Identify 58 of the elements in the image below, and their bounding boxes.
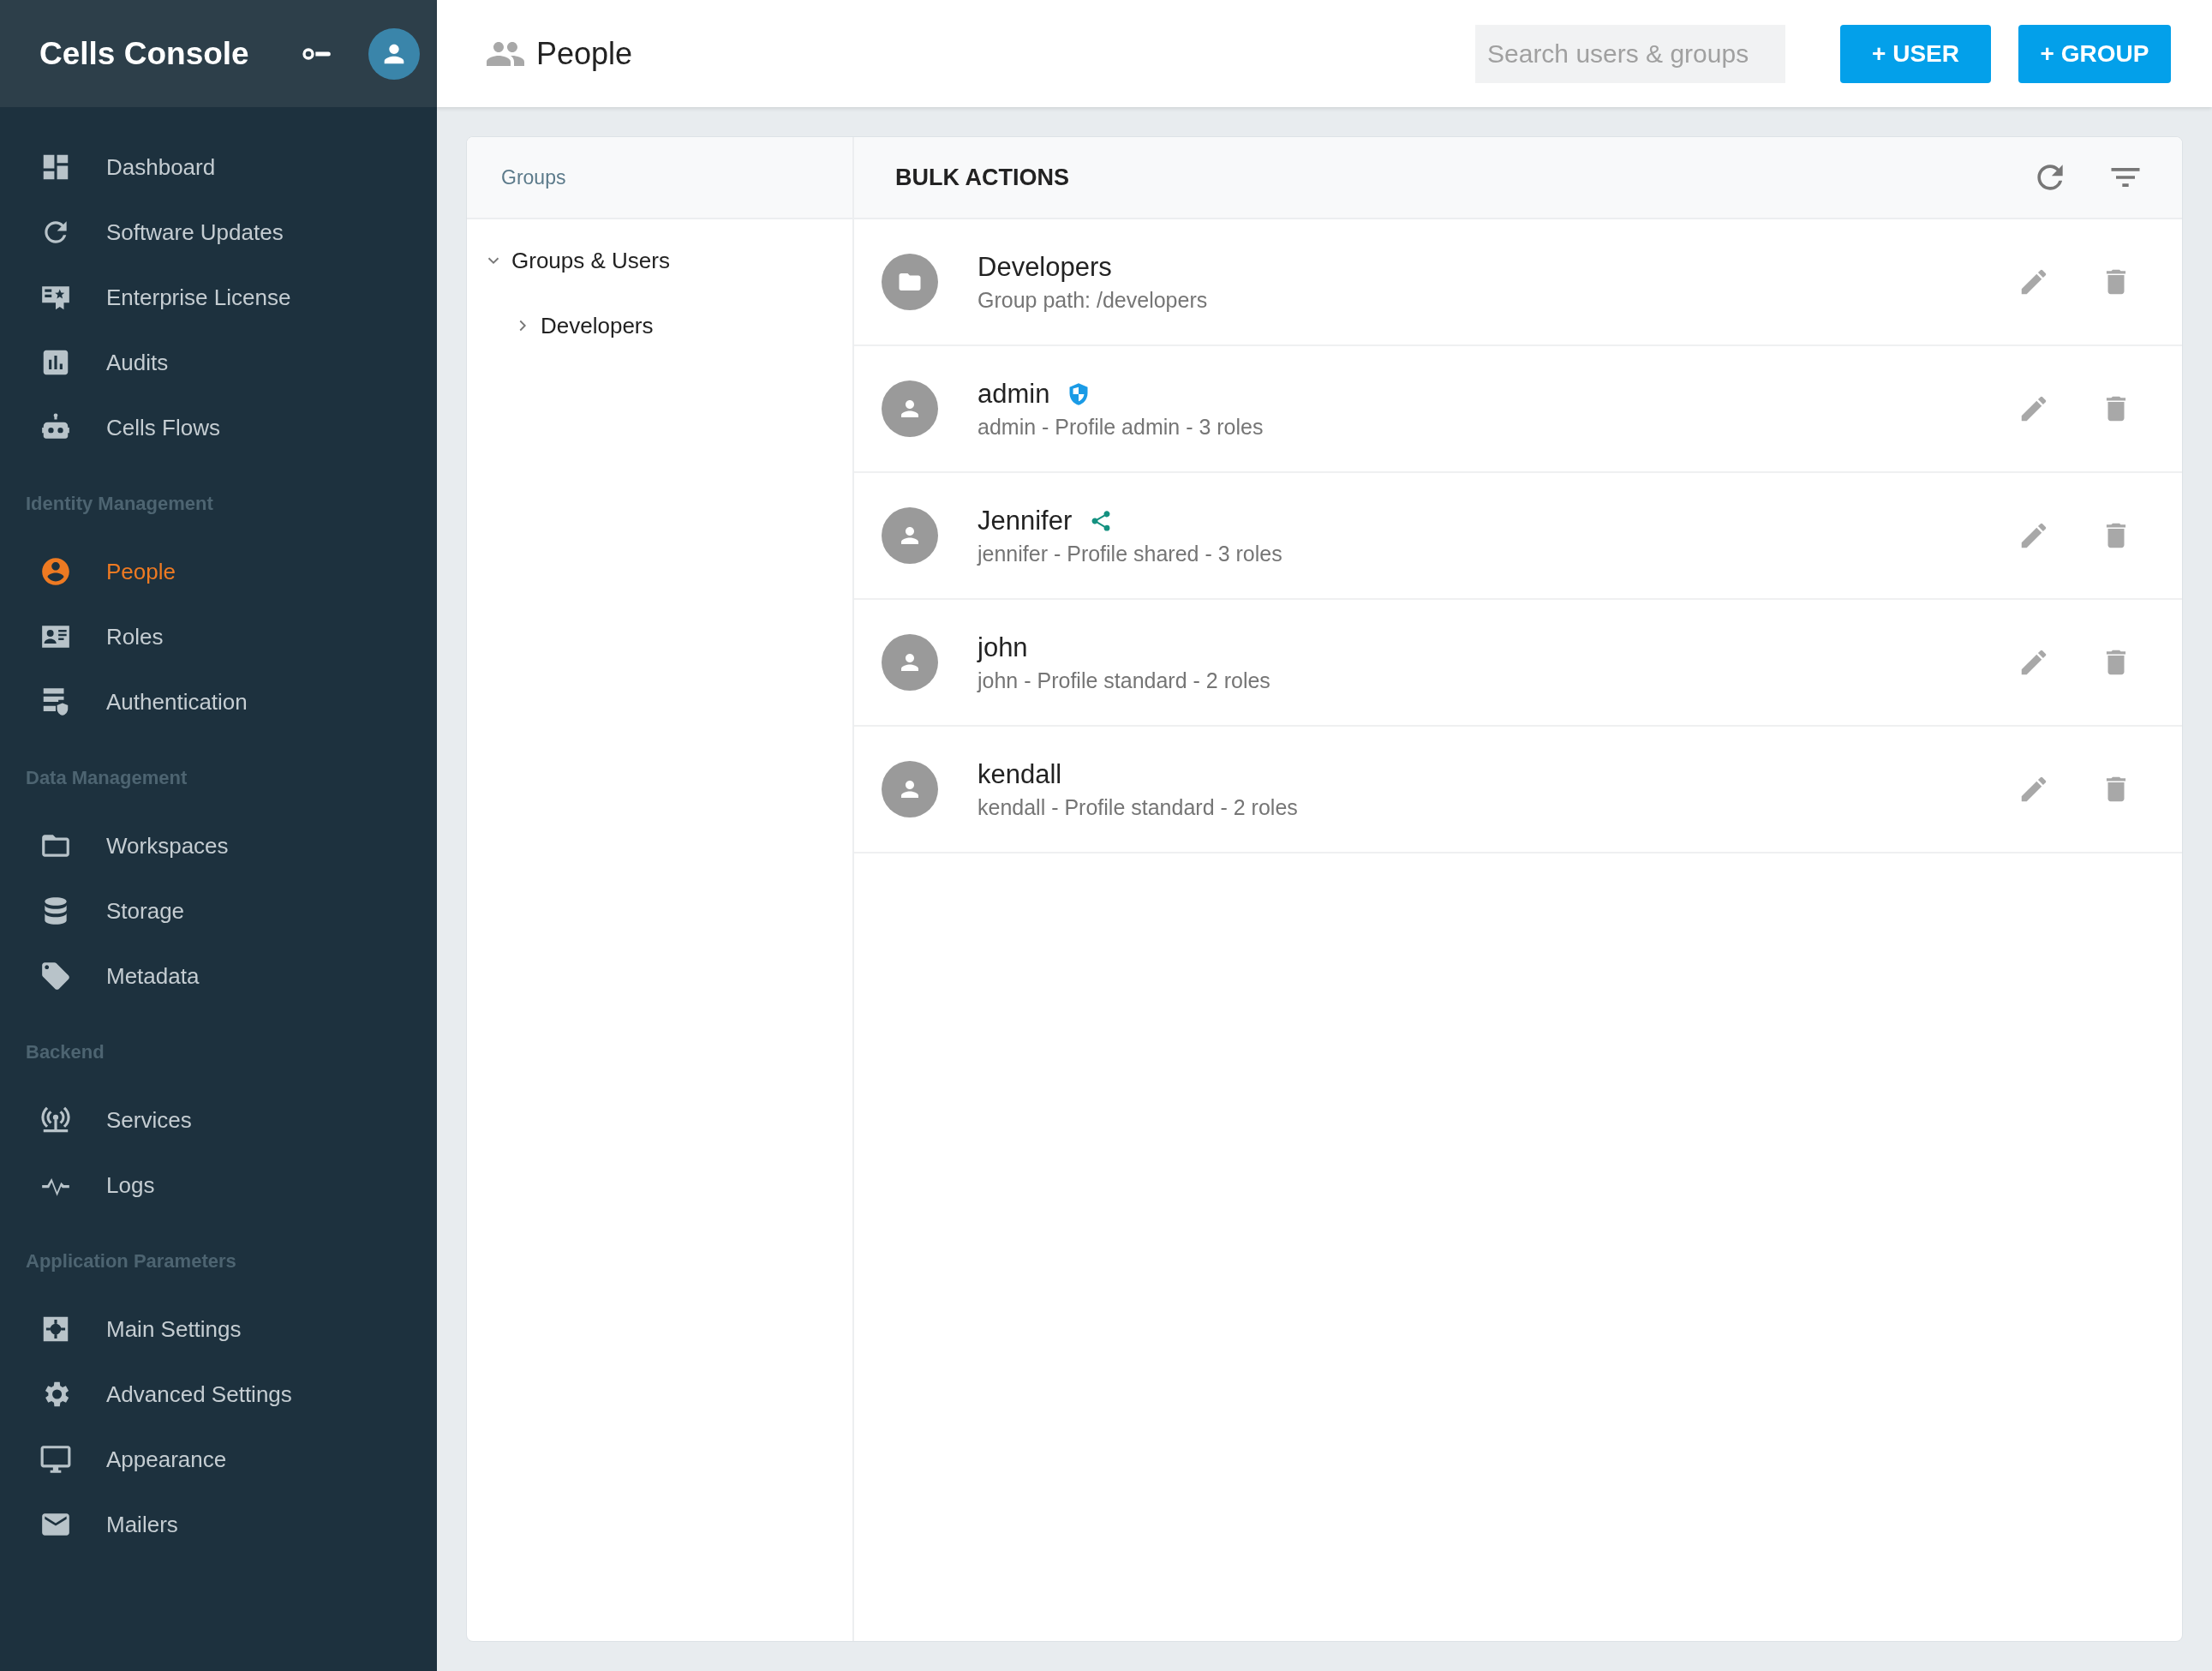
entry-detail: admin - Profile admin - 3 roles <box>977 414 1264 440</box>
nav-item[interactable]: Services <box>0 1087 437 1153</box>
nav-item[interactable]: People <box>0 539 437 604</box>
nav-label: Authentication <box>106 688 248 716</box>
nav-item[interactable]: Software Updates <box>0 200 437 265</box>
nav-label: Software Updates <box>106 219 284 246</box>
nav-label: Storage <box>106 897 185 925</box>
entry-detail: john - Profile standard - 2 roles <box>977 668 1271 693</box>
nav-label: Logs <box>106 1171 155 1199</box>
nav-label: Audits <box>106 349 169 376</box>
entry-detail: Group path: /developers <box>977 287 1209 313</box>
nav-label: Roles <box>106 623 164 650</box>
nav-item[interactable]: Roles <box>0 604 437 669</box>
nav-label: Workspaces <box>106 832 229 859</box>
nav-item[interactable]: Metadata <box>0 943 437 1009</box>
nav-item[interactable]: Dashboard <box>0 135 437 200</box>
nav-label: Enterprise License <box>106 284 291 311</box>
list-row[interactable]: kendall kendall - Profile standard - 2 roles <box>854 727 2182 853</box>
entry-name: admin <box>977 378 1050 410</box>
entry-name: Developers <box>977 251 1112 283</box>
tree-item[interactable]: Developers <box>467 293 852 358</box>
nav-label: People <box>106 558 176 585</box>
nav-label: Services <box>106 1106 192 1134</box>
nav-label: Mailers <box>106 1511 178 1538</box>
nav-item[interactable]: Cells Flows <box>0 395 437 460</box>
nav-item[interactable]: Enterprise License <box>0 265 437 330</box>
nav-label: Advanced Settings <box>106 1381 292 1408</box>
nav-item[interactable]: Main Settings <box>0 1297 437 1362</box>
tags-icon <box>39 960 72 992</box>
entry-name: john <box>977 632 1028 663</box>
nav-label: Dashboard <box>106 153 216 181</box>
nav-item[interactable]: Logs <box>0 1153 437 1218</box>
groups-title: Groups <box>500 165 566 189</box>
list-row[interactable]: admin admin - Profile admin - 3 roles <box>854 346 2182 473</box>
nav-item[interactable]: Storage <box>0 878 437 943</box>
nav-item[interactable]: Audits <box>0 330 437 395</box>
nav-item[interactable]: Workspaces <box>0 813 437 878</box>
page-title: People <box>536 35 634 72</box>
list-row[interactable]: Developers Group path: /developers <box>854 219 2182 346</box>
nav-item[interactable]: Appearance <box>0 1427 437 1492</box>
monitor-icon <box>39 1443 72 1476</box>
entry-detail: kendall - Profile standard - 2 roles <box>977 794 1299 820</box>
nav-label: Appearance <box>106 1446 227 1473</box>
entry-name: Jennifer <box>977 505 1073 536</box>
nav-item[interactable]: Mailers <box>0 1492 437 1557</box>
entry-detail: jennifer - Profile shared - 3 roles <box>977 541 1283 566</box>
search-field[interactable]: Search users & groups <box>1475 24 1785 83</box>
nav-label: Main Settings <box>106 1315 242 1343</box>
tree-item[interactable]: Groups & Users <box>467 228 852 293</box>
nav-item[interactable]: Advanced Settings <box>0 1362 437 1427</box>
nav-label: Metadata <box>106 962 200 990</box>
nav-label: Cells Flows <box>106 414 220 441</box>
entry-name: kendall <box>977 758 1062 790</box>
app-title: Cells Console <box>39 35 250 72</box>
bulk-actions-label[interactable]: BULK ACTIONS <box>854 164 2031 191</box>
nav-item[interactable]: Authentication <box>0 669 437 734</box>
list-row[interactable]: john john - Profile standard - 2 roles <box>854 600 2182 727</box>
list-row[interactable]: Jennifer jennifer - Profile shared - 3 roles <box>854 473 2182 600</box>
